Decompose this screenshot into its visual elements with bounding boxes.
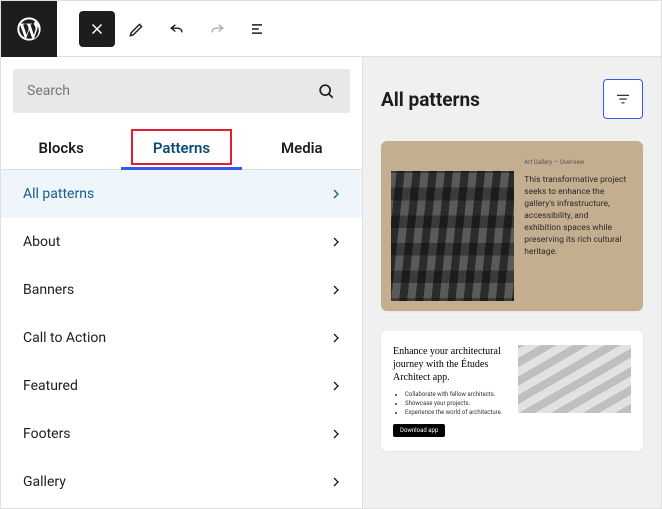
bullet-text: Collaborate with fellow architects. — [405, 390, 506, 399]
pattern-preview-panel: All patterns Art Gallery — Overview This… — [363, 57, 661, 508]
category-label: Gallery — [23, 474, 66, 490]
chevron-right-icon — [328, 282, 344, 298]
edit-tool-button[interactable] — [119, 11, 155, 47]
top-toolbar — [1, 1, 661, 57]
close-icon — [88, 20, 106, 38]
list-view-icon — [247, 19, 267, 39]
cta-label: Download app — [393, 424, 445, 437]
chevron-right-icon — [328, 426, 344, 442]
undo-icon — [167, 19, 187, 39]
chevron-right-icon — [328, 234, 344, 250]
main-area: Blocks Patterns Media All patterns About… — [1, 57, 661, 508]
pencil-icon — [127, 19, 147, 39]
category-gallery[interactable]: Gallery — [1, 458, 362, 506]
pattern-category-list: All patterns About Banners Call to Actio… — [1, 170, 362, 508]
category-label: Footers — [23, 426, 71, 442]
pattern-thumbnail-text: Art Gallery — Overview This transformati… — [524, 151, 633, 301]
close-inserter-button[interactable] — [79, 11, 115, 47]
category-label: Call to Action — [23, 330, 106, 346]
document-overview-button[interactable] — [239, 11, 275, 47]
undo-button[interactable] — [159, 11, 195, 47]
chevron-right-icon — [328, 474, 344, 490]
wordpress-icon — [15, 15, 43, 43]
chevron-right-icon — [328, 378, 344, 394]
category-call-to-action[interactable]: Call to Action — [1, 314, 362, 362]
category-all-patterns[interactable]: All patterns — [1, 170, 362, 218]
chevron-right-icon — [328, 330, 344, 346]
pattern-thumbnail-image — [391, 171, 514, 301]
chevron-right-icon — [328, 186, 344, 202]
category-label: All patterns — [23, 186, 94, 202]
tab-blocks[interactable]: Blocks — [1, 125, 121, 169]
tab-media[interactable]: Media — [242, 125, 362, 169]
pattern-thumbnail-text: Enhance your architectural journey with … — [393, 345, 506, 437]
redo-button[interactable] — [199, 11, 235, 47]
category-banners[interactable]: Banners — [1, 266, 362, 314]
category-about[interactable]: About — [1, 218, 362, 266]
pattern-card[interactable]: Enhance your architectural journey with … — [381, 331, 643, 451]
category-footers[interactable]: Footers — [1, 410, 362, 458]
category-label: About — [23, 234, 60, 250]
filter-button[interactable] — [603, 79, 643, 119]
category-label: Featured — [23, 378, 78, 394]
search-input[interactable] — [27, 83, 316, 99]
pattern-thumbnail-image — [518, 345, 631, 413]
kicker-text: Art Gallery — Overview — [524, 159, 627, 167]
redo-icon — [207, 19, 227, 39]
pattern-card[interactable]: Art Gallery — Overview This transformati… — [381, 141, 643, 311]
category-label: Banners — [23, 282, 74, 298]
inserter-panel: Blocks Patterns Media All patterns About… — [1, 57, 363, 508]
card-heading: Enhance your architectural journey with … — [393, 345, 506, 384]
search-box[interactable] — [13, 69, 350, 113]
filter-icon — [614, 90, 632, 108]
tab-patterns-label: Patterns — [153, 139, 210, 157]
category-featured[interactable]: Featured — [1, 362, 362, 410]
bullet-text: Experience the world of architecture. — [405, 408, 506, 417]
inserter-tabs: Blocks Patterns Media — [1, 125, 362, 170]
wordpress-logo[interactable] — [1, 1, 57, 57]
bullet-text: Showcase your projects. — [405, 399, 506, 408]
search-icon — [316, 81, 336, 101]
preview-heading: All patterns — [381, 88, 480, 111]
body-text: This transformative project seeks to enh… — [524, 175, 627, 258]
tab-patterns[interactable]: Patterns — [121, 125, 241, 169]
preview-header: All patterns — [381, 79, 643, 119]
